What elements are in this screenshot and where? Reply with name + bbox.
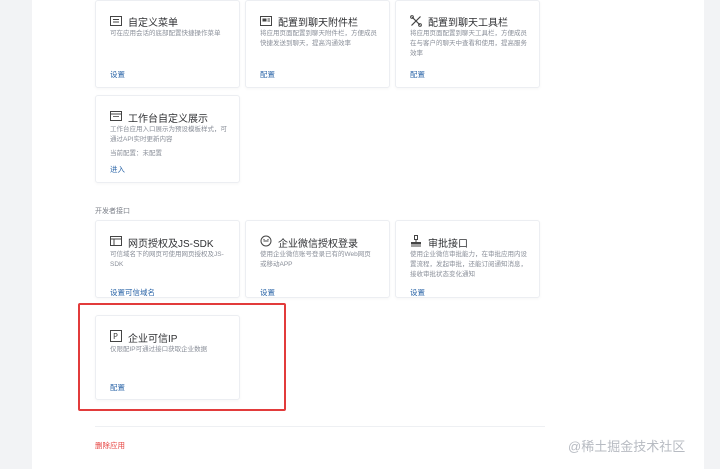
card-title: 审批接口 xyxy=(428,239,468,250)
wecom-login-settings-link[interactable]: 设置 xyxy=(260,287,275,298)
card-description: 可信域名下的网页可使用网页授权及JS-SDK xyxy=(110,251,224,268)
chat-toolbar-config-link[interactable]: 配置 xyxy=(410,69,425,80)
web-auth-card: 网页授权及JS-SDK 可信域名下的网页可使用网页授权及JS-SDK 设置可信域… xyxy=(95,220,240,298)
approval-settings-link[interactable]: 设置 xyxy=(410,287,425,298)
card-title: 自定义菜单 xyxy=(128,18,178,29)
current-config-status: 当前配置：未配置 xyxy=(110,150,162,157)
chat-attachment-icon xyxy=(260,16,272,26)
card-title: 配置到聊天附件栏 xyxy=(278,18,358,29)
wecom-login-icon xyxy=(260,235,272,247)
web-auth-icon xyxy=(110,236,122,246)
card-title: 网页授权及JS-SDK xyxy=(128,239,214,250)
card-title: 配置到聊天工具栏 xyxy=(428,18,508,29)
card-description: 使用企业微信账号登录已有的Web网页或移动APP xyxy=(260,251,371,268)
menu-icon xyxy=(110,16,122,26)
chat-toolbar-icon xyxy=(410,15,422,27)
chat-attachment-config-link[interactable]: 配置 xyxy=(260,69,275,80)
approval-icon xyxy=(411,235,421,247)
workbench-enter-link[interactable]: 进入 xyxy=(110,164,125,175)
custom-menu-settings-link[interactable]: 设置 xyxy=(110,69,125,80)
card-description: 将应用页面配置到聊天工具栏，方便成员在与客户的聊天中查看和使用，提高服务效率 xyxy=(410,30,527,57)
approval-api-card: 审批接口 使用企业微信审批能力，在审批应用内设置流程，发起审批，还能订阅通知消息… xyxy=(395,220,540,298)
card-description: 使用企业微信审批能力，在审批应用内设置流程，发起审批，还能订阅通知消息，接收审批… xyxy=(410,251,527,278)
highlight-annotation-box xyxy=(78,303,286,411)
wecom-login-card: 企业微信授权登录 使用企业微信账号登录已有的Web网页或移动APP 设置 xyxy=(245,220,390,298)
chat-toolbar-card: 配置到聊天工具栏 将应用页面配置到聊天工具栏，方便成员在与客户的聊天中查看和使用… xyxy=(395,0,540,88)
custom-menu-card: 自定义菜单 可在应用会话的底部配置快捷操作菜单 设置 xyxy=(95,0,240,88)
set-trusted-domain-link[interactable]: 设置可信域名 xyxy=(110,287,155,298)
card-description: 可在应用会话的底部配置快捷操作菜单 xyxy=(110,30,221,37)
card-description: 将应用页面配置到聊天附件栏，方便成员快捷发送到聊天，提高沟通效率 xyxy=(260,30,377,47)
delete-app-link[interactable]: 删除应用 xyxy=(95,440,125,451)
card-description: 工作台应用入口展示为预设模板样式，可通过API实时更新内容 xyxy=(110,126,227,143)
workbench-icon xyxy=(110,111,122,121)
chat-attachment-card: 配置到聊天附件栏 将应用页面配置到聊天附件栏，方便成员快捷发送到聊天，提高沟通效… xyxy=(245,0,390,88)
divider xyxy=(95,426,545,427)
workbench-display-card: 工作台自定义展示 工作台应用入口展示为预设模板样式，可通过API实时更新内容 当… xyxy=(95,95,240,183)
watermark: @稀土掘金技术社区 xyxy=(568,439,686,454)
developer-interface-label: 开发者接口 xyxy=(95,208,130,215)
card-title: 工作台自定义展示 xyxy=(128,114,208,125)
card-title: 企业微信授权登录 xyxy=(278,239,358,250)
